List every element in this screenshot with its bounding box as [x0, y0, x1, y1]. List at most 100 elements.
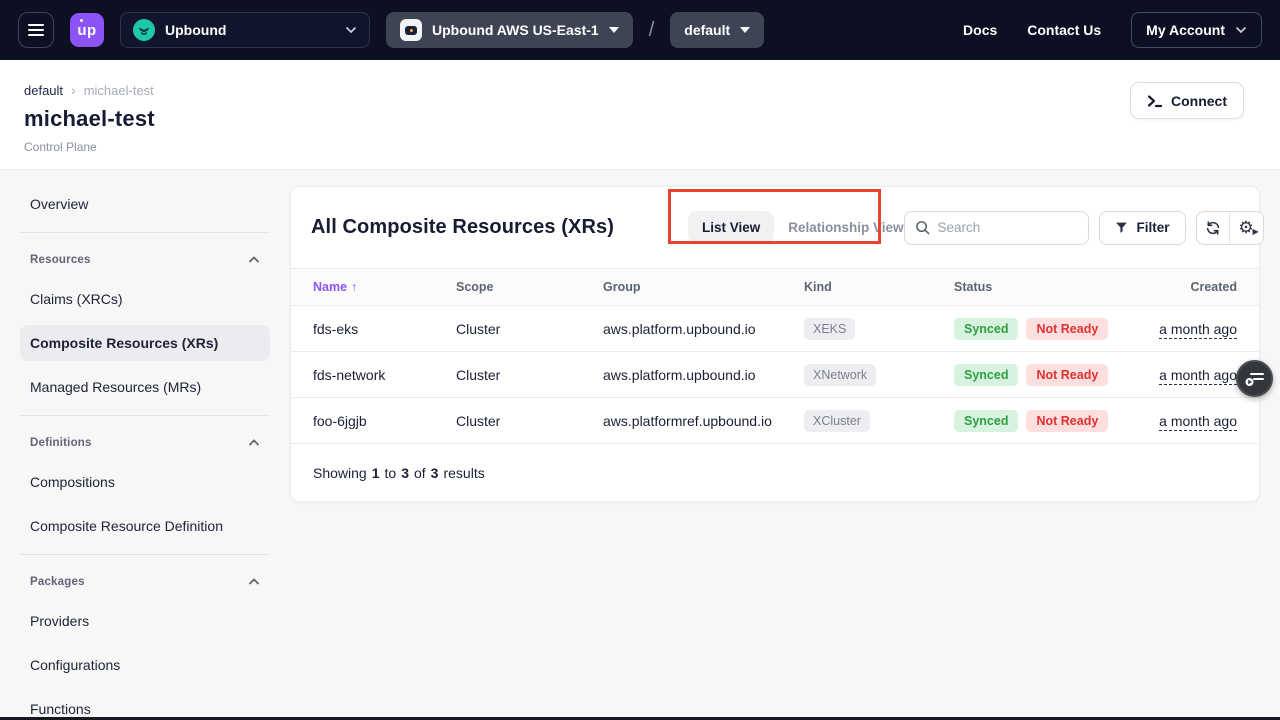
- column-header-kind[interactable]: Kind: [804, 280, 954, 294]
- upbound-logo[interactable]: up: [70, 13, 104, 47]
- play-icon: ▶: [1253, 228, 1259, 236]
- organization-selector[interactable]: Upbound: [120, 12, 370, 48]
- kind-badge: XEKS: [804, 318, 855, 340]
- cell-created: a month ago: [1144, 413, 1237, 429]
- control-plane-selector[interactable]: Upbound AWS US-East-1: [386, 12, 633, 48]
- namespace-selector[interactable]: default: [670, 12, 764, 48]
- namespace-name: default: [684, 22, 730, 38]
- page-subtitle: Control Plane: [24, 140, 1244, 154]
- footer-text: of: [414, 465, 426, 481]
- column-header-status[interactable]: Status: [954, 280, 1144, 294]
- connect-button[interactable]: Connect: [1130, 82, 1244, 119]
- view-toggle: List View Relationship View: [688, 211, 904, 244]
- status-badge-synced: Synced: [954, 364, 1018, 386]
- table-row[interactable]: fds-network Cluster aws.platform.upbound…: [291, 352, 1259, 398]
- table-row[interactable]: fds-eks Cluster aws.platform.upbound.io …: [291, 306, 1259, 352]
- sidebar-item-functions[interactable]: Functions: [20, 691, 270, 720]
- organization-name: Upbound: [165, 22, 335, 38]
- cell-scope: Cluster: [456, 413, 603, 429]
- column-header-name[interactable]: Name ↑: [313, 280, 456, 294]
- footer-text: results: [443, 465, 484, 481]
- annotate-icon: [1245, 370, 1265, 388]
- table-row[interactable]: foo-6jgjb Cluster aws.platformref.upboun…: [291, 398, 1259, 444]
- chevron-up-icon: [248, 439, 260, 447]
- footer-text: to: [385, 465, 397, 481]
- footer-text: Showing: [313, 465, 367, 481]
- cell-scope: Cluster: [456, 367, 603, 383]
- funnel-icon: [1115, 221, 1128, 234]
- search-icon: [915, 220, 930, 235]
- kind-badge: XNetwork: [804, 364, 876, 386]
- sidebar-item-providers[interactable]: Providers: [20, 603, 270, 639]
- sidebar-section-definitions[interactable]: Definitions: [20, 430, 270, 456]
- sidebar-item-xrd[interactable]: Composite Resource Definition: [20, 508, 270, 544]
- connect-label: Connect: [1171, 93, 1227, 109]
- status-badge-not-ready: Not Ready: [1026, 318, 1108, 340]
- caret-down-icon: [740, 27, 750, 33]
- filter-button[interactable]: Filter: [1099, 211, 1186, 245]
- sidebar-item-composite-resources[interactable]: Composite Resources (XRs): [20, 325, 270, 361]
- relative-time[interactable]: a month ago: [1159, 413, 1237, 431]
- feedback-widget-button[interactable]: [1236, 360, 1273, 397]
- panel-header: All Composite Resources (XRs) List View …: [291, 187, 1259, 268]
- chevron-down-icon: [345, 26, 357, 34]
- sidebar-divider: [20, 415, 270, 416]
- chevron-up-icon: [248, 578, 260, 586]
- gear-icon: ⚙▶: [1238, 219, 1253, 236]
- footer-from: 1: [372, 465, 380, 481]
- upbound-logo-text: up: [77, 22, 96, 39]
- control-plane-icon: [400, 19, 422, 41]
- cell-kind: XEKS: [804, 318, 954, 340]
- breadcrumb-current: michael-test: [84, 83, 154, 98]
- refresh-button[interactable]: [1197, 212, 1230, 244]
- cell-created: a month ago: [1144, 367, 1237, 383]
- cell-status: Synced Not Ready: [954, 318, 1144, 340]
- filter-label: Filter: [1137, 220, 1170, 235]
- search-box: [904, 211, 1089, 245]
- relative-time[interactable]: a month ago: [1159, 321, 1237, 339]
- sidebar-section-resources[interactable]: Resources: [20, 247, 270, 273]
- auto-refresh-settings-button[interactable]: ⚙▶: [1230, 212, 1263, 244]
- sidebar-item-configurations[interactable]: Configurations: [20, 647, 270, 683]
- page-title: michael-test: [24, 106, 1244, 132]
- relative-time[interactable]: a month ago: [1159, 367, 1237, 385]
- composite-resources-panel: All Composite Resources (XRs) List View …: [290, 186, 1260, 502]
- top-navbar: up Upbound Upbound AWS US-East-1 / defau…: [0, 0, 1280, 60]
- breadcrumb-root[interactable]: default: [24, 83, 63, 98]
- sidebar: Overview Resources Claims (XRCs) Composi…: [20, 186, 270, 720]
- docs-link[interactable]: Docs: [963, 22, 997, 38]
- caret-down-icon: [609, 27, 619, 33]
- cell-group: aws.platformref.upbound.io: [603, 413, 804, 429]
- sidebar-item-claims[interactable]: Claims (XRCs): [20, 281, 270, 317]
- sidebar-item-managed-resources[interactable]: Managed Resources (MRs): [20, 369, 270, 405]
- relationship-view-tab[interactable]: Relationship View: [788, 220, 903, 235]
- sidebar-divider: [20, 554, 270, 555]
- hamburger-menu-icon[interactable]: [18, 12, 54, 48]
- list-view-tab[interactable]: List View: [688, 211, 774, 244]
- refresh-icon: [1205, 220, 1221, 236]
- sidebar-section-packages[interactable]: Packages: [20, 569, 270, 595]
- contact-us-link[interactable]: Contact Us: [1027, 22, 1101, 38]
- status-badge-synced: Synced: [954, 410, 1018, 432]
- column-header-scope[interactable]: Scope: [456, 280, 603, 294]
- column-label: Name: [313, 280, 347, 294]
- sidebar-item-compositions[interactable]: Compositions: [20, 464, 270, 500]
- section-label: Packages: [30, 576, 85, 588]
- cell-group: aws.platform.upbound.io: [603, 367, 804, 383]
- cell-scope: Cluster: [456, 321, 603, 337]
- navbar-right: Docs Contact Us My Account: [963, 12, 1262, 48]
- column-header-group[interactable]: Group: [603, 280, 804, 294]
- status-badge-not-ready: Not Ready: [1026, 410, 1108, 432]
- column-header-created[interactable]: Created: [1144, 280, 1237, 294]
- kind-badge: XCluster: [804, 410, 870, 432]
- table-footer: Showing 1 to 3 of 3 results: [291, 444, 1259, 501]
- search-input[interactable]: [938, 220, 1078, 235]
- sidebar-divider: [20, 232, 270, 233]
- cell-status: Synced Not Ready: [954, 364, 1144, 386]
- my-account-button[interactable]: My Account: [1131, 12, 1262, 48]
- table-header-row: Name ↑ Scope Group Kind Status Created: [291, 268, 1259, 306]
- cell-status: Synced Not Ready: [954, 410, 1144, 432]
- organization-avatar-icon: [133, 19, 155, 41]
- sidebar-item-overview[interactable]: Overview: [20, 186, 270, 222]
- cell-group: aws.platform.upbound.io: [603, 321, 804, 337]
